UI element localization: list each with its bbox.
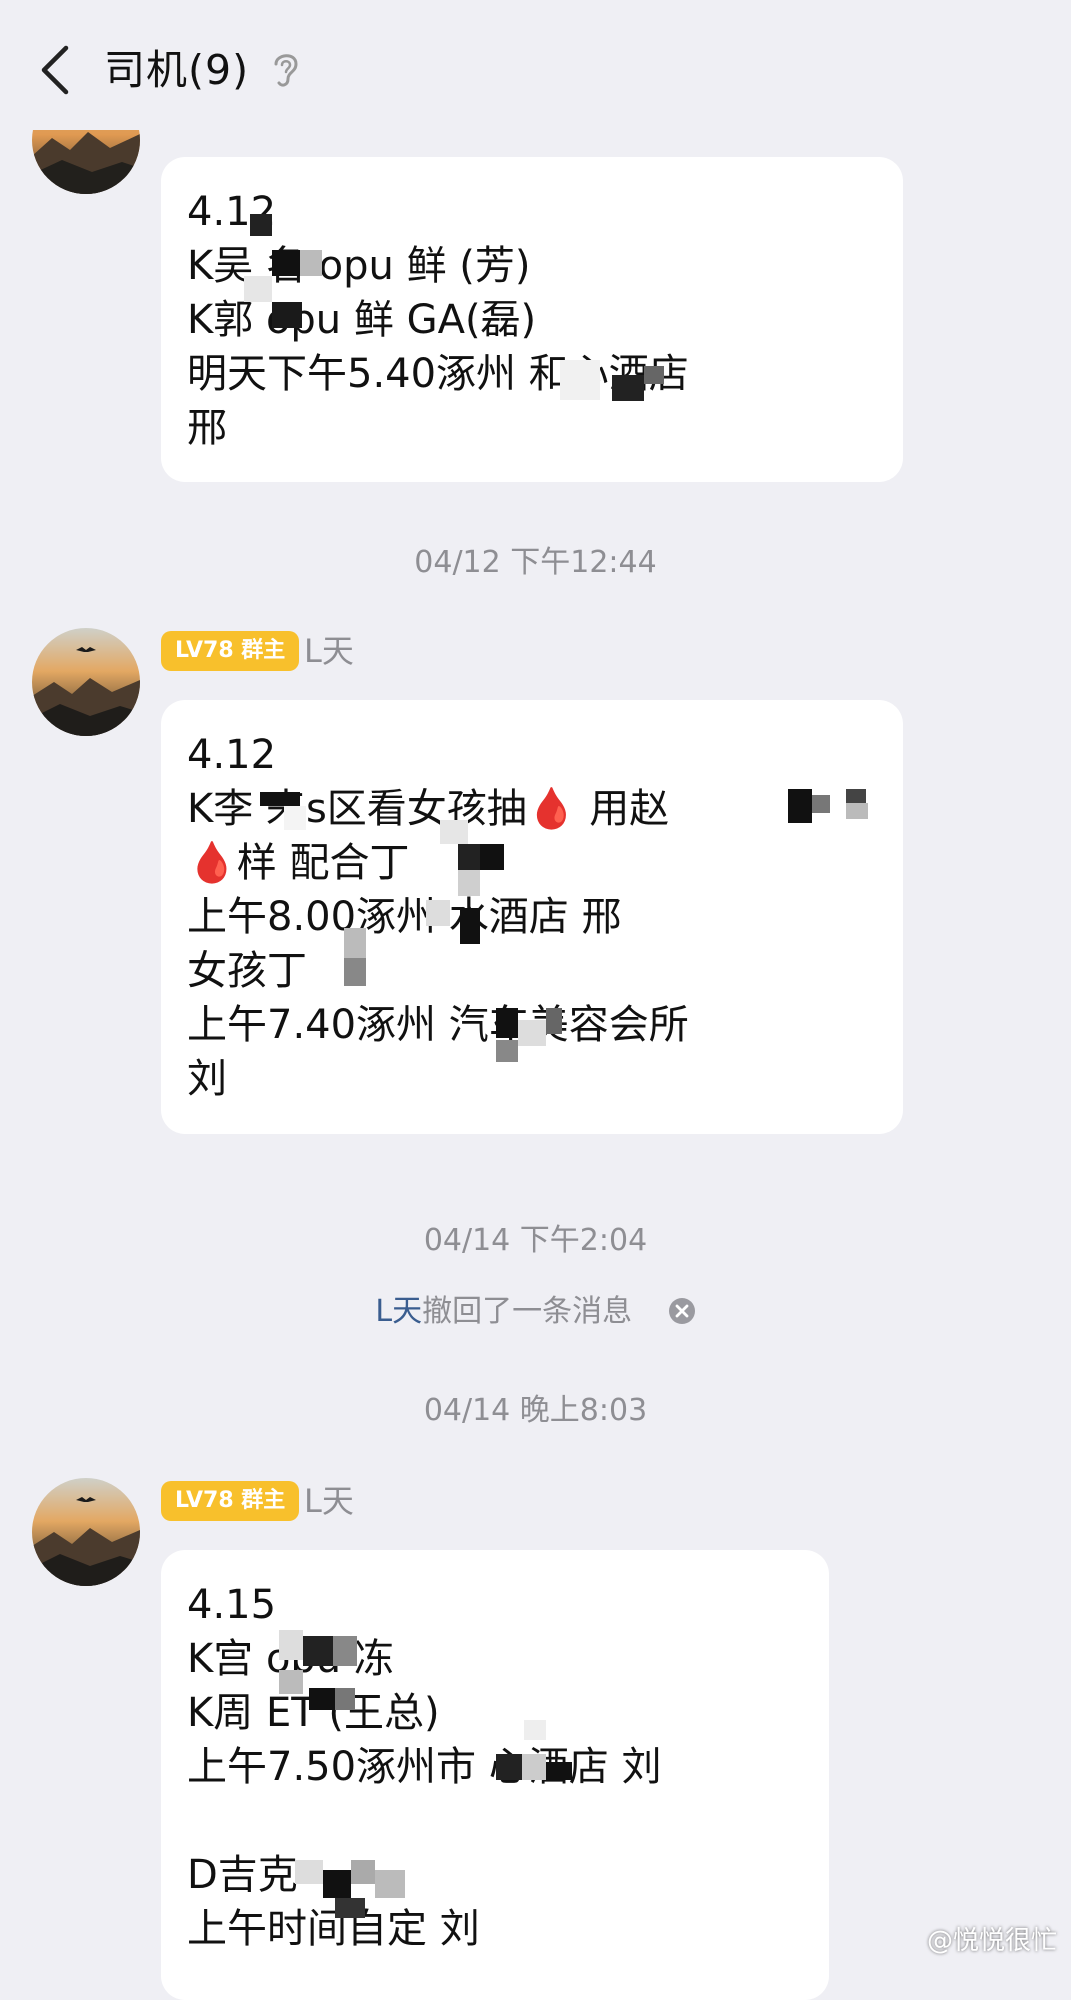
message-line: 4.15	[187, 1582, 277, 1628]
group-owner-badge: LV78 群主	[161, 1481, 300, 1521]
message-line: 上午8.00涿州 水酒店 邢	[187, 894, 622, 940]
message-line: 🩸样 配合丁	[187, 840, 410, 886]
sender-name[interactable]: L天	[304, 1481, 354, 1521]
message-line: 女孩丁	[187, 948, 307, 994]
message-line: 4.12	[187, 732, 277, 778]
message-line: 上午7.50涿州市 心酒店 刘	[187, 1744, 662, 1790]
recall-notice: L天撤回了一条消息	[0, 1290, 1071, 1334]
ear-icon[interactable]	[268, 48, 304, 92]
sender-name[interactable]: L天	[304, 631, 354, 671]
message-line: K宫 opu 冻	[187, 1636, 394, 1682]
message-line: 刘	[187, 1056, 227, 1102]
message-line: K郭 opu 鲜 GA(磊)	[187, 297, 537, 343]
chat-header: 司机(9)	[0, 0, 1071, 130]
message-line: 4.12	[187, 189, 277, 235]
message-timestamp: 04/14 晚上8:03	[423, 1393, 648, 1428]
message-line: K李 来s区看女孩抽🩸 用赵	[187, 786, 670, 832]
sender-avatar[interactable]	[32, 1478, 140, 1586]
message-line: K吴 名 opu 鲜 (芳)	[187, 243, 531, 289]
chat-title[interactable]: 司机(9)	[104, 42, 249, 98]
message-timestamp: 04/14 下午2:04	[423, 1223, 648, 1258]
recall-sender-name[interactable]: L天	[375, 1294, 422, 1329]
message-bubble[interactable]: 4.12 K李 来s区看女孩抽🩸 用赵 🩸样 配合丁 上午8.00涿州 水酒店 …	[161, 700, 903, 1134]
message-bubble[interactable]: 4.12 K吴 名 opu 鲜 (芳) K郭 opu 鲜 GA(磊) 明天下午5…	[161, 157, 903, 482]
message-line: 明天下午5.40涿州 和心酒店	[187, 351, 689, 397]
message-bubble[interactable]: 4.15 K宫 opu 冻 K周 ET (王总) 上午7.50涿州市 心酒店 刘…	[161, 1550, 829, 2000]
close-icon[interactable]	[668, 1297, 696, 1325]
message-timestamp: 04/12 下午12:44	[414, 545, 657, 580]
message-line: 上午时间自定 刘	[187, 1906, 480, 1952]
message-line: 邢	[187, 405, 227, 451]
sender-avatar[interactable]	[32, 628, 140, 736]
message-line	[187, 1794, 803, 1848]
back-arrow-icon[interactable]	[36, 42, 76, 98]
message-line: K周 ET (王总)	[187, 1690, 440, 1736]
watermark-text: @悦悦很忙	[926, 1926, 1057, 1956]
group-owner-badge: LV78 群主	[161, 631, 300, 671]
message-line: D吉克	[187, 1852, 298, 1898]
message-line: 上午7.40涿州 汽车美容会所	[187, 1002, 689, 1048]
recall-text: 撤回了一条消息	[422, 1294, 633, 1329]
